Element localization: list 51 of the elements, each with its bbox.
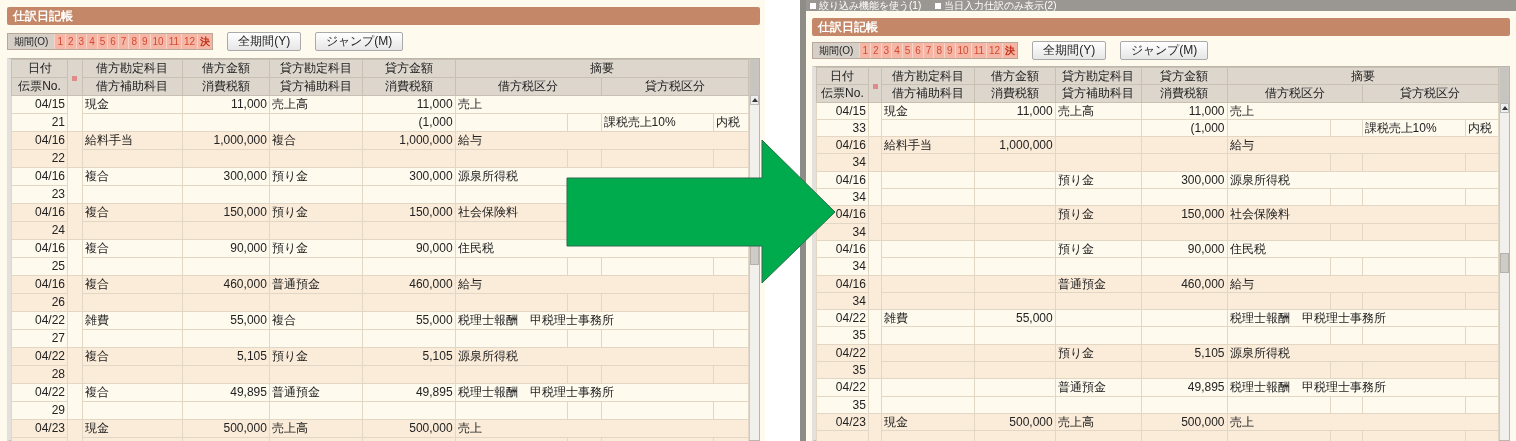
period-button[interactable]: 8 (933, 43, 944, 58)
period-button[interactable]: 6 (107, 34, 118, 49)
period-button[interactable]: 決 (197, 34, 213, 49)
column-header: 貸方勘定科目 (1055, 67, 1142, 85)
mark-icon (72, 76, 78, 81)
toolbar-button[interactable]: ジャンプ(M) (315, 32, 404, 51)
column-header: 摘要 (455, 59, 749, 78)
square-icon (935, 2, 942, 9)
column-header: 借方勘定科目 (881, 67, 975, 85)
up-arrow-icon[interactable] (751, 98, 758, 102)
panel-title: 仕訳日記帳 (7, 7, 760, 25)
panel-title: 仕訳日記帳 (812, 18, 1510, 36)
period-label: 期間(O) (813, 43, 860, 58)
toolbar-button[interactable]: 全期間(Y) (1032, 41, 1107, 60)
toolbar-button[interactable]: 全期間(Y) (227, 32, 302, 51)
scrollbar-thumb[interactable] (1500, 253, 1509, 273)
period-button[interactable]: 6 (912, 43, 923, 58)
column-header: 貸方金額 (362, 59, 456, 78)
column-header: 日付 (11, 59, 68, 78)
period-button[interactable]: 4 (86, 34, 97, 49)
filter-option[interactable]: 絞り込み機能を使う(1) (810, 0, 922, 11)
period-button[interactable]: 8 (128, 34, 139, 49)
period-label: 期間(O) (8, 34, 55, 49)
scrollbar-thumb[interactable] (750, 245, 759, 265)
period-button[interactable]: 4 (891, 43, 902, 58)
column-header: 借方金額 (182, 59, 270, 78)
up-arrow-icon[interactable] (1501, 106, 1508, 110)
column-header: 借方勘定科目 (82, 59, 183, 78)
column-header: 貸方勘定科目 (269, 59, 363, 78)
period-button[interactable]: 2 (65, 34, 76, 49)
square-icon (810, 2, 816, 9)
period-button[interactable]: 決 (1002, 43, 1018, 58)
period-button[interactable]: 7 (117, 34, 129, 49)
mark-icon (872, 83, 878, 89)
filter-option[interactable]: 当日入力仕訳のみ表示(2) (935, 0, 1057, 11)
period-button[interactable]: 2 (870, 43, 881, 58)
scrollbar-header (1500, 67, 1509, 103)
toolbar-button[interactable]: ジャンプ(M) (1120, 41, 1209, 60)
column-header: 日付 (816, 67, 869, 85)
scrollbar[interactable] (1499, 67, 1509, 440)
period-button[interactable]: 12 (986, 43, 1003, 58)
period-button[interactable]: 12 (181, 34, 198, 49)
scrollbar-header (750, 59, 759, 95)
period-button[interactable]: 7 (922, 43, 934, 58)
column-header: 貸方金額 (1141, 67, 1227, 85)
column-header: 借方金額 (974, 67, 1056, 85)
period-button[interactable]: 9 (943, 43, 955, 58)
period-button[interactable]: 1 (54, 34, 65, 49)
period-button[interactable]: 1 (859, 43, 870, 58)
column-header: 摘要 (1227, 67, 1499, 85)
period-button[interactable]: 9 (138, 34, 150, 49)
